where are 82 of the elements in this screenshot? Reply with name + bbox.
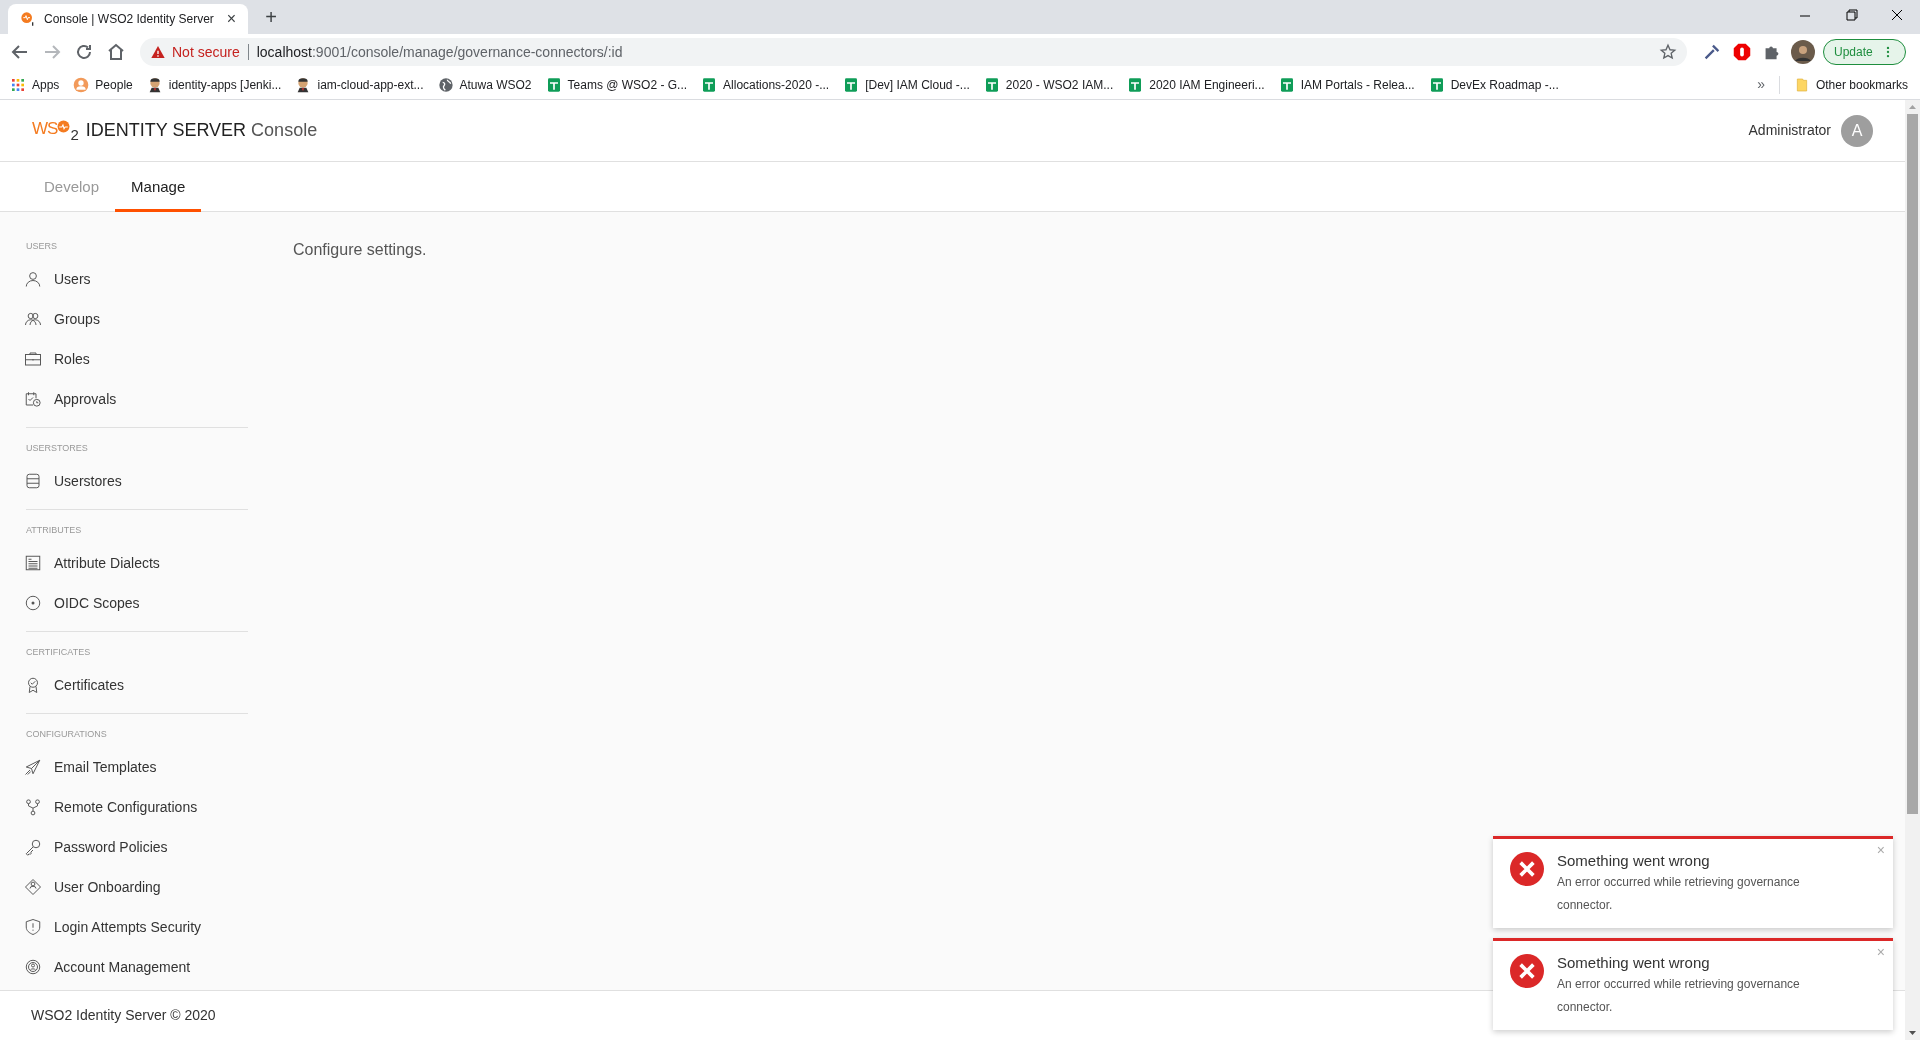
profile-avatar-icon[interactable] (1791, 40, 1815, 64)
footer-text: WSO2 Identity Server © 2020 (31, 1006, 216, 1025)
section-heading: USERS (26, 240, 58, 253)
paper-plane-icon (24, 758, 42, 776)
sidebar-item[interactable]: OIDC Scopes (24, 583, 248, 623)
shield-icon (24, 918, 42, 936)
bookmark-link[interactable]: iam-cloud-app-ext... (317, 75, 424, 94)
bookmark-link[interactable]: DevEx Roadmap -... (1450, 75, 1559, 94)
notification-message: An error occurred while retrieving governance connector. (1557, 976, 1801, 1016)
product-suffix: Console (251, 119, 318, 142)
spreadsheet-icon (843, 76, 860, 93)
error-icon (1510, 954, 1544, 988)
document-icon (24, 554, 42, 572)
sidebar-item[interactable]: Approvals (24, 379, 248, 419)
browser-tab[interactable]: Console | WSO2 Identity Server × (8, 4, 248, 34)
sidebar-item[interactable]: Certificates (24, 665, 248, 705)
bookmark-link[interactable]: [Dev] IAM Cloud -... (865, 75, 970, 94)
gear-icon (24, 958, 42, 976)
branch-icon (24, 798, 42, 816)
spreadsheet-icon (1278, 76, 1295, 93)
page-description: Configure settings. (293, 240, 427, 260)
diamond-people-icon (24, 878, 42, 896)
person-icon (73, 76, 90, 93)
product-name: IDENTITY SERVER (85, 119, 247, 142)
bookmark-link[interactable]: IAM Portals - Relea... (1300, 75, 1415, 94)
bookmark-link[interactable]: Atuwa WSO2 (459, 75, 532, 94)
sidebar-item[interactable]: Password Policies (24, 827, 248, 867)
wso2-logo: WS 2 (32, 119, 79, 142)
bookmark-link[interactable]: Allocations-2020 -... (723, 75, 830, 94)
bookmark-link[interactable]: Teams @ WSO2 - G... (567, 75, 688, 94)
star-icon[interactable] (1659, 43, 1677, 61)
apps-grid-icon (10, 76, 26, 93)
update-button[interactable]: Update (1823, 39, 1906, 65)
sidebar-item[interactable]: Attribute Dialects (24, 543, 248, 583)
tab-close-button[interactable]: × (226, 7, 236, 31)
sidebar-item[interactable]: Users (24, 259, 248, 299)
bookmark-link[interactable]: 2020 IAM Engineeri... (1149, 75, 1265, 94)
warning-icon (150, 44, 166, 60)
notification-title: Something went wrong (1557, 953, 1711, 973)
section-heading: CERTIFICATES (26, 646, 92, 659)
spreadsheet-icon (1428, 76, 1445, 93)
notification-title: Something went wrong (1557, 851, 1711, 871)
new-tab-button[interactable]: + (258, 4, 284, 30)
sidebar-item[interactable]: Groups (24, 299, 248, 339)
bookmark-link[interactable]: People (95, 75, 133, 94)
section-heading: USERSTORES (26, 442, 89, 455)
group-icon (24, 310, 42, 328)
bookmark-folder[interactable]: Other bookmarks (1815, 75, 1908, 94)
security-warning: Not secure (172, 42, 240, 62)
bookmark-link[interactable]: identity-apps [Jenki... (168, 75, 282, 94)
user-icon (24, 270, 42, 288)
key-icon (24, 838, 42, 856)
spreadsheet-icon (983, 76, 1000, 93)
url-text: localhost:9001/console/manage/governance-connectors/:id (256, 42, 623, 62)
site-favicon-icon (20, 11, 36, 27)
section-heading: CONFIGURATIONS (26, 728, 108, 741)
sidebar-item[interactable]: Email Templates (24, 747, 248, 787)
target-icon (24, 594, 42, 612)
sidebar-item[interactable]: Remote Configurations (24, 787, 248, 827)
bookmark-link[interactable]: 2020 - WSO2 IAM... (1005, 75, 1114, 94)
section-heading: ATTRIBUTES (26, 524, 83, 537)
sidebar-item[interactable]: Roles (24, 339, 248, 379)
address-bar[interactable]: Not secure localhost:9001/console/manage/governance-connectors/:id (140, 38, 1687, 66)
globe-icon (437, 76, 454, 93)
notification-message: An error occurred while retrieving governance connector. (1557, 874, 1801, 914)
spreadsheet-icon (1127, 76, 1144, 93)
sidebar-item[interactable]: User Onboarding (24, 867, 248, 907)
sidebar-item[interactable]: Userstores (24, 461, 248, 501)
spreadsheet-icon (701, 76, 718, 93)
sidebar-item[interactable]: Account Management (24, 947, 248, 987)
more-bookmarks-button[interactable]: » (1757, 74, 1765, 95)
calendar-clock-icon (24, 390, 42, 408)
briefcase-icon (24, 350, 42, 368)
stop-icon[interactable] (1731, 41, 1753, 63)
spreadsheet-icon (545, 76, 562, 93)
scrollbar[interactable] (1905, 100, 1920, 1040)
tab-title: Console | WSO2 Identity Server (44, 11, 215, 28)
sidebar-item[interactable]: Login Attempts Security (24, 907, 248, 947)
error-icon (1510, 852, 1544, 886)
user-name: Administrator (1748, 121, 1831, 140)
database-icon (24, 472, 42, 490)
bookmark-link[interactable]: Apps (32, 75, 60, 94)
